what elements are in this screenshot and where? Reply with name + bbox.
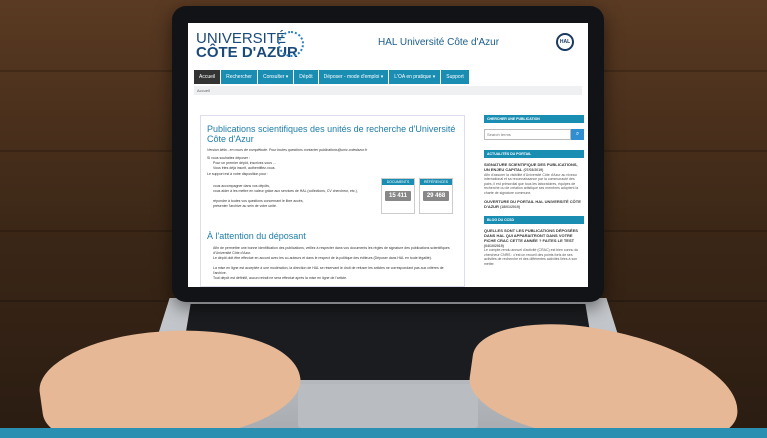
support-intro: Le support est à votre disposition pour … (207, 172, 269, 176)
stat-documents[interactable]: DOCUMENTS 15 411 (381, 178, 415, 214)
nav-item-oa-en-pratique[interactable]: L'OA en pratique ▾ (389, 70, 441, 84)
nav-item-support[interactable]: Support (441, 70, 469, 84)
page-title: Publications scientifiques des unités de… (207, 124, 456, 144)
nav-item-deposer-mode-emploi[interactable]: Déposer - mode d'emploi ▾ (318, 70, 389, 84)
site-header: UNIVERSITÉ CÔTE D'AZUR HAL Université Cô… (188, 23, 588, 63)
support-item: vous accompagner dans vos dépôts, (213, 184, 271, 188)
laptop-lid: UNIVERSITÉ CÔTE D'AZUR HAL Université Cô… (172, 6, 604, 302)
section-title-deposant: À l'attention du déposant (207, 231, 306, 241)
search-form: ⌕ (484, 129, 584, 140)
news-item-text: Afin d'assurer la visibilité d'Universit… (484, 172, 579, 195)
nav-item-rechercher[interactable]: Rechercher (221, 70, 257, 84)
attention-item: Afin de permettre une bonne identificati… (213, 246, 450, 255)
laptop-screen: UNIVERSITÉ CÔTE D'AZUR HAL Université Cô… (188, 23, 588, 287)
attention-item: Le dépôt doit être effectué en accord av… (213, 256, 432, 260)
blog-date: (04/10/2019) (484, 243, 504, 248)
search-header: CHERCHER UNE PUBLICATION (484, 115, 584, 123)
laptop-trackpad (298, 384, 478, 428)
support-item: vous aider à les mettre en valeur grâce … (213, 189, 358, 193)
news-date: (18/01/2019) (500, 205, 520, 209)
bullet-register-link[interactable]: Pour un premier dépôt, inscrivez-vous ..… (213, 161, 276, 166)
news-title-text: OUVERTURE DU PORTAIL HAL UNIVERSITÉ CÔTE… (484, 199, 581, 209)
stat-references-value: 29 468 (423, 191, 449, 201)
stat-documents-value: 15 411 (385, 191, 411, 201)
nav-item-accueil[interactable]: Accueil (194, 70, 221, 84)
main-nav: Accueil Rechercher Consulter ▾ Dépôt Dép… (194, 70, 469, 84)
support-item: présenter l'archive au sein de votre uni… (213, 204, 277, 208)
bullet-login-link[interactable]: Vous êtes déjà inscrit, authentifiez-vou… (213, 166, 275, 171)
hal-logo-icon[interactable]: HAL (556, 33, 574, 51)
nav-item-consulter[interactable]: Consulter ▾ (257, 70, 294, 84)
blog-item-text: Le compte-rendu annuel d'activité (CRAC)… (484, 248, 579, 266)
stat-references[interactable]: RÉFÉRENCES 29 468 (419, 178, 453, 214)
sidebar: CHERCHER UNE PUBLICATION ⌕ ACTUALITÉS DU… (484, 115, 584, 287)
blog-title-text: QUELLES SONT LES PUBLICATIONS DÉPOSÉES D… (484, 227, 578, 243)
main-content: Publications scientifiques des unités de… (200, 115, 465, 287)
beta-notice: Version bêta - en cours de complétude. P… (207, 148, 368, 152)
attention-item: La mise en ligne est acceptée à une modé… (213, 266, 444, 275)
nav-item-depot[interactable]: Dépôt (294, 70, 318, 84)
intro-text: Si vous souhaitez déposer : (207, 156, 250, 160)
news-item-title[interactable]: SIGNATURE SCIENTIFIQUE DES PUBLICATIONS,… (484, 162, 584, 173)
breadcrumb[interactable]: Accueil (194, 86, 582, 95)
news-item-title[interactable]: OUVERTURE DU PORTAIL HAL UNIVERSITÉ CÔTE… (484, 199, 584, 210)
bottom-accent-bar (0, 428, 767, 438)
stat-references-label: RÉFÉRENCES (420, 179, 452, 185)
attention-item: Tout dépôt est définitif, aucun retrait … (213, 276, 348, 280)
blog-header: BLOG DU CCSD (484, 215, 584, 224)
search-input[interactable] (484, 129, 571, 140)
support-item: répondre à toutes vos questions concerna… (213, 199, 304, 203)
news-date: (07/03/2019) (523, 168, 544, 172)
header-title: HAL Université Côte d'Azur (378, 37, 500, 48)
blog-item-title[interactable]: QUELLES SONT LES PUBLICATIONS DÉPOSÉES D… (484, 228, 584, 249)
search-icon[interactable]: ⌕ (571, 129, 584, 140)
news-header: ACTUALITÉS DU PORTAIL (484, 150, 584, 158)
stat-documents-label: DOCUMENTS (382, 179, 414, 185)
logo-dots-icon (278, 31, 304, 57)
